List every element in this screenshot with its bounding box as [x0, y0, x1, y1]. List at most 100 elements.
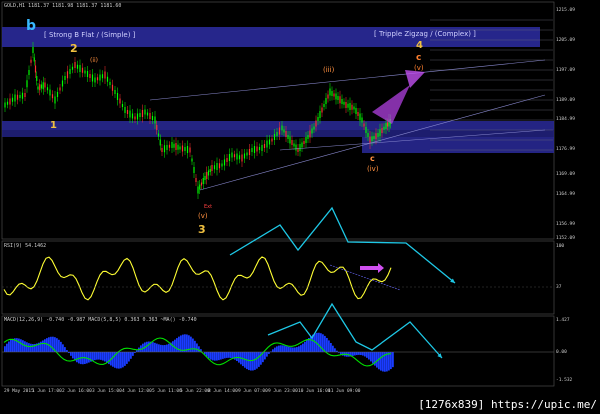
macd-bar [70, 352, 72, 356]
time-tick: 29 May 2015 [4, 389, 34, 394]
candle-body [34, 65, 37, 73]
candle-body [37, 86, 39, 90]
candle-body [347, 103, 349, 108]
macd-bar [124, 352, 126, 366]
macd-bar [174, 339, 176, 352]
macd-bar [168, 343, 170, 352]
time-tick: 10 Jun 16:00 [298, 389, 331, 394]
wave-c-low-label: c [370, 154, 375, 163]
macd-bar [304, 341, 306, 352]
candle-body [221, 163, 223, 167]
candle-body [295, 144, 297, 151]
macd-bar [30, 343, 32, 352]
candle-body [223, 159, 226, 166]
macd-bar [100, 352, 102, 360]
candle-body [289, 136, 291, 144]
candle-body [323, 104, 325, 107]
macd-bar [252, 352, 254, 371]
wave-c-right-label: c [416, 53, 422, 63]
candle-body [16, 94, 19, 100]
time-tick: 4 Jun 12:00 [122, 389, 152, 394]
candle-body [355, 108, 357, 114]
macd-bar [366, 352, 368, 358]
macd-bar [98, 352, 100, 360]
candle-body [261, 145, 263, 151]
macd-bar [380, 352, 382, 371]
candle-body [335, 93, 337, 100]
candle-body [156, 125, 158, 130]
candle-body [301, 142, 303, 148]
candle-body [81, 67, 84, 73]
candle-body [263, 144, 266, 148]
rsi-header: RSI(9) 54.1462 [4, 243, 47, 249]
candle-body [175, 143, 177, 150]
candle-body [305, 137, 307, 143]
candle-body [283, 129, 285, 133]
rsi-frame [1, 240, 555, 315]
macd-bar [354, 352, 356, 356]
candle-body [331, 91, 333, 96]
macd-bar [370, 352, 372, 362]
macd-bar [382, 352, 384, 372]
macd-bar [388, 352, 390, 371]
macd-bar [320, 333, 322, 352]
macd-bar [258, 352, 260, 367]
price-tick: 1164.99 [556, 192, 575, 197]
macd-bar [294, 347, 296, 352]
candle-body [317, 117, 319, 121]
wave-iii-label: (iii) [323, 66, 335, 74]
candle-body [273, 134, 276, 140]
macd-bar [220, 352, 222, 360]
macd-bar [358, 352, 360, 355]
candle-body [266, 140, 268, 148]
macd-bar [226, 352, 228, 358]
macd-bar [272, 349, 274, 352]
macd-bar [118, 352, 120, 369]
candle-body [96, 77, 99, 81]
candle-body [106, 76, 109, 82]
macd-bar [378, 352, 380, 370]
macd-bar [332, 345, 334, 352]
zone-mid-1 [2, 121, 554, 130]
price-tick: 1176.99 [556, 147, 575, 152]
macd-bar [160, 344, 162, 352]
candle-body [36, 76, 38, 81]
macd-bar [20, 339, 22, 352]
candle-body [307, 135, 309, 139]
macd-bar [230, 352, 232, 359]
macd-bar [112, 352, 114, 367]
macd-bar [26, 342, 28, 352]
macd-bar [58, 339, 60, 352]
macd-bar [10, 339, 12, 352]
purple-arrowhead [405, 70, 425, 88]
candle-body [202, 178, 204, 184]
macd-bar [44, 339, 46, 352]
macd-bar [176, 338, 178, 352]
macd-bar [222, 352, 224, 359]
candle-body [154, 116, 156, 124]
macd-bar [42, 340, 44, 352]
candle-body [32, 47, 34, 53]
macd-bar [250, 352, 252, 371]
macd-bar [276, 346, 278, 352]
macd-bar [154, 342, 156, 352]
candle-body [111, 84, 114, 91]
price-tick: 1184.99 [556, 117, 575, 122]
candle-body [139, 113, 141, 117]
candle-body [238, 155, 241, 160]
macd-bar [356, 352, 358, 356]
wave-4-label: 4 [416, 40, 423, 51]
wave-v-right-label: (v) [414, 64, 424, 72]
candle-body [21, 92, 24, 99]
candle-body [309, 130, 311, 138]
candle-body [197, 186, 199, 194]
candle-body [319, 111, 321, 118]
macd-bar [296, 347, 298, 352]
price-tick: 1189.09 [556, 98, 575, 103]
candle-body [54, 96, 56, 104]
candle-body [256, 146, 258, 152]
candle-body [246, 152, 248, 156]
candle-body [379, 129, 381, 137]
macd-bar [56, 338, 58, 352]
candle-body [373, 136, 375, 139]
